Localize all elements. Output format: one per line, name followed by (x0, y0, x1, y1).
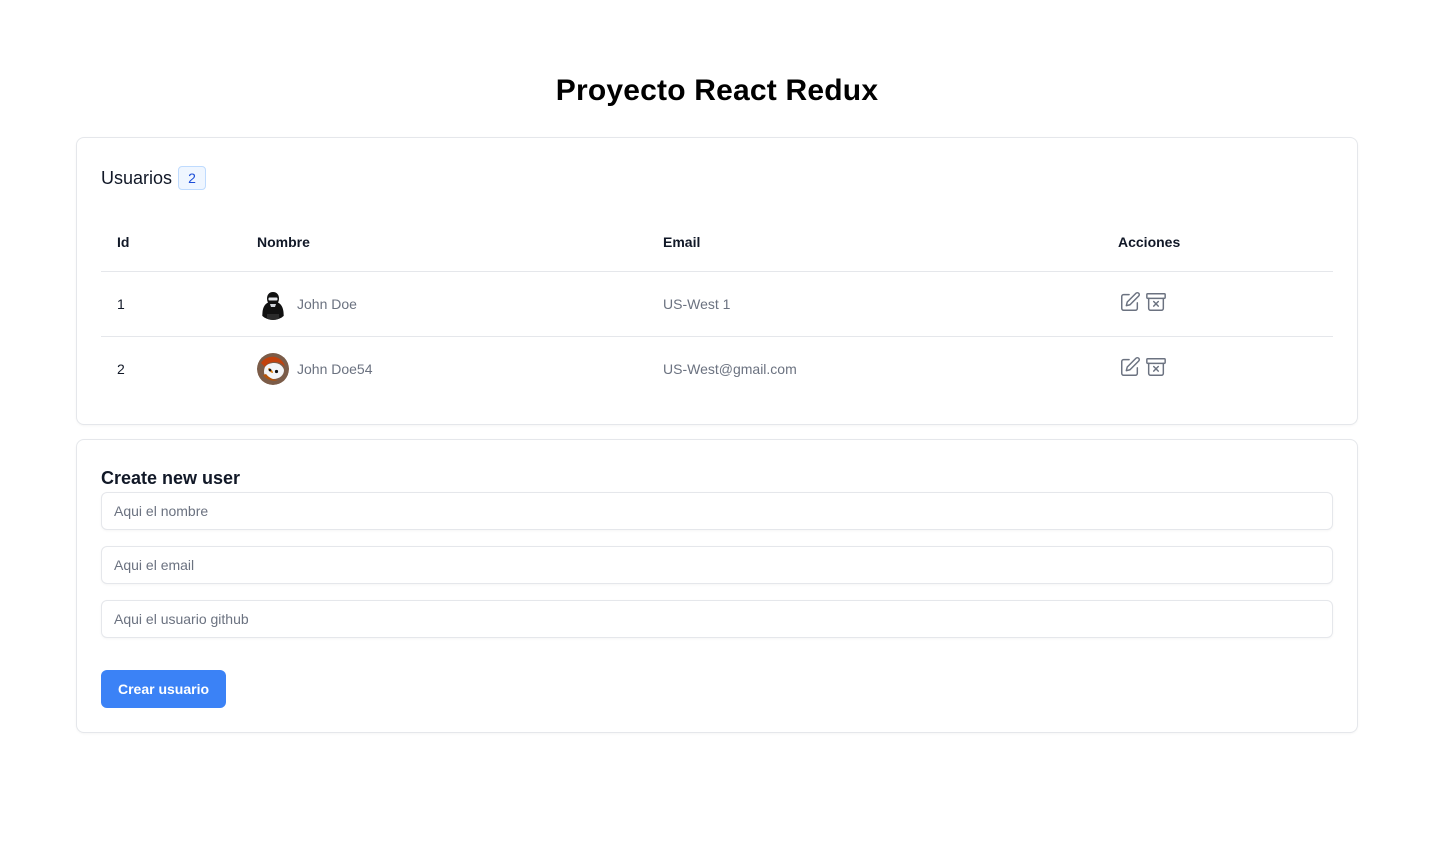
column-header-id: Id (101, 214, 241, 272)
user-name-cell: John Doe54 (241, 336, 647, 401)
name-input[interactable] (101, 492, 1333, 530)
page-title: Proyecto React Redux (555, 74, 879, 107)
users-heading-label: Usuarios (101, 167, 173, 188)
hooded-figure-avatar (257, 287, 289, 320)
users-count-badge: 2 (178, 166, 207, 190)
table-row: 1 John Doe US-West 1 (101, 271, 1333, 337)
edit-icon[interactable] (1118, 355, 1142, 379)
user-email-cell: US-West 1 (647, 271, 1102, 337)
create-user-card: Create new user Crear usuario (76, 439, 1358, 733)
users-card: Usuarios 2 Id Nombre Email Acciones 1 Jo… (76, 137, 1358, 425)
user-name-cell: John Doe (241, 271, 647, 337)
github-user-input[interactable] (101, 600, 1333, 638)
archive-delete-icon[interactable] (1144, 290, 1168, 314)
create-user-button[interactable]: Crear usuario (101, 670, 227, 708)
user-actions-cell (1102, 271, 1333, 337)
users-table: Id Nombre Email Acciones 1 John Doe US-W… (101, 214, 1333, 401)
email-input[interactable] (101, 546, 1333, 584)
column-header-name: Nombre (241, 214, 647, 272)
table-header-row: Id Nombre Email Acciones (101, 214, 1333, 272)
archive-delete-icon[interactable] (1144, 355, 1168, 379)
table-row: 2 John Doe54 US-West@gmail.com (101, 336, 1333, 401)
user-id-cell: 1 (101, 271, 241, 337)
edit-icon[interactable] (1118, 290, 1142, 314)
user-email-cell: US-West@gmail.com (663, 360, 797, 377)
users-heading: Usuarios 2 (101, 166, 207, 190)
column-header-actions: Acciones (1102, 214, 1333, 272)
red-panda-avatar (257, 352, 289, 385)
user-name: John Doe (297, 295, 357, 312)
create-user-title: Create new user (101, 468, 241, 488)
user-name: John Doe54 (297, 360, 373, 377)
user-id-cell: 2 (117, 360, 125, 377)
user-actions-cell (1102, 336, 1333, 401)
column-header-email: Email (647, 214, 1102, 272)
